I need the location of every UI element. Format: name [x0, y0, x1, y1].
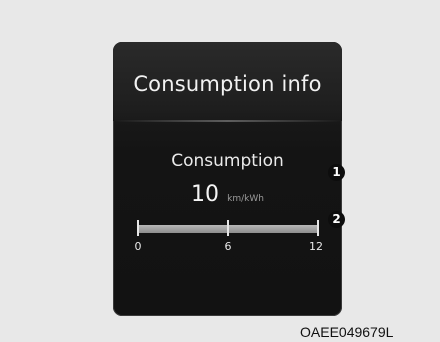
- consumption-unit: km/kWh: [227, 194, 264, 204]
- callout-1-badge: 1: [328, 164, 345, 181]
- scale-label-min: 0: [134, 240, 142, 253]
- figure-code: OAEE049679L: [300, 324, 394, 340]
- header-divider: [113, 120, 342, 122]
- consumption-label: Consumption: [171, 151, 284, 171]
- consumption-value: 10: [191, 182, 220, 207]
- consumption-value-row: 10 km/kWh: [113, 182, 342, 207]
- consumption-info-panel: Consumption info Consumption 10 km/kWh 0…: [113, 42, 342, 316]
- callout-2-badge: 2: [328, 211, 345, 228]
- scale-tick-max: [317, 220, 319, 236]
- panel-title: Consumption info: [133, 72, 322, 96]
- scale-tick-min: [137, 220, 139, 236]
- scale-label-mid: 6: [224, 240, 232, 253]
- scale-label-max: 12: [309, 240, 323, 253]
- scale-tick-mid: [227, 220, 229, 236]
